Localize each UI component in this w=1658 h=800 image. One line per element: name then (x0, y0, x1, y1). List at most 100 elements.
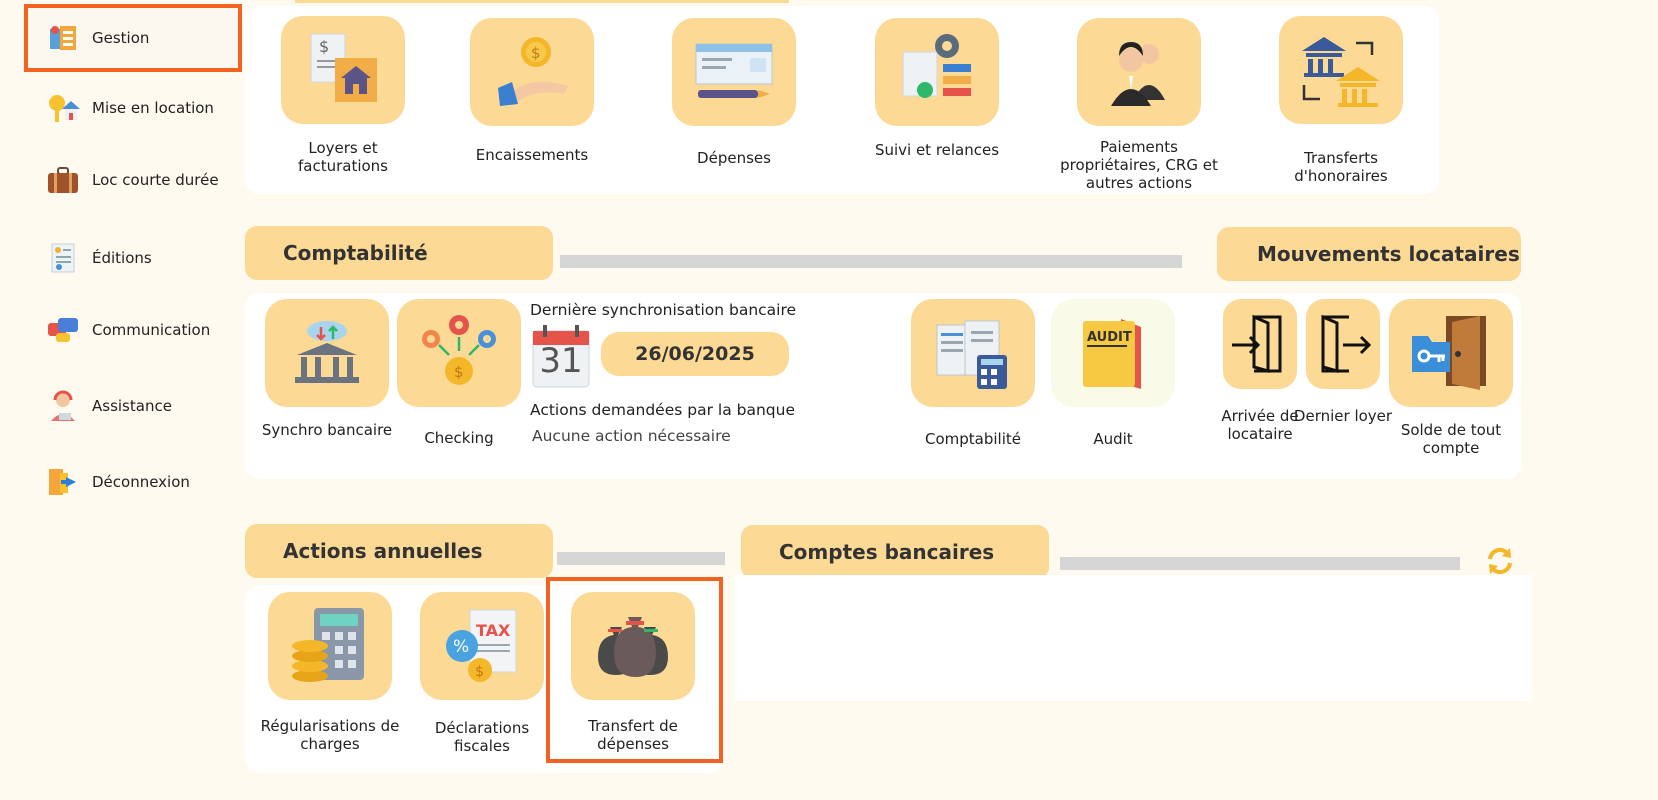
sidebar-item-editions[interactable]: Éditions (24, 228, 244, 288)
svg-text:TAX: TAX (476, 621, 511, 640)
tile-label: Déclarations fiscales (434, 719, 530, 755)
tile-icon-box (875, 18, 999, 126)
svg-text:AUDIT: AUDIT (1087, 330, 1132, 345)
tile-icon-box (1223, 299, 1297, 389)
tile-icon-box (1279, 16, 1403, 124)
key-door-icon (1412, 316, 1486, 390)
tile-label: Solde de tout compte (1400, 421, 1502, 457)
tile-label: Dépenses (697, 149, 771, 167)
section-title-mouvements: Mouvements locataires (1217, 227, 1521, 281)
calculator-coins-icon (292, 608, 364, 682)
tile-icon-box: $ (397, 299, 521, 407)
panel-top-accent (295, 0, 789, 3)
tile-regularisations-charges[interactable]: Régularisations de charges (261, 592, 399, 753)
sidebar: Gestion Mise en location Loc courte duré… (24, 0, 244, 800)
tile-label: Encaissements (475, 146, 589, 164)
tile-label: Transferts d'honoraires (1294, 149, 1388, 185)
tile-label: Régularisations de charges (260, 717, 400, 753)
section-title-actions-annuelles: Actions annuelles (245, 524, 553, 578)
sidebar-item-label: Gestion (92, 29, 150, 47)
section-divider (1060, 557, 1460, 570)
bank-sync-icon (295, 321, 359, 383)
sidebar-item-label: Communication (92, 321, 211, 339)
tile-label: Suivi et relances (874, 141, 1000, 159)
sync-date: 26/06/2025 (601, 332, 789, 376)
comptabilite-panel: Synchro bancaire $ Checking Dernière syn… (245, 293, 1521, 479)
tax-icon: TAX % $ (446, 609, 517, 682)
document-report-icon (51, 243, 75, 273)
tile-icon-box (268, 592, 392, 700)
tile-solde-tout-compte[interactable]: Solde de tout compte (1389, 299, 1513, 459)
tile-icon-box: AUDIT (1051, 299, 1175, 407)
tile-icon-box (1077, 18, 1201, 126)
ledger-calculator-icon (936, 320, 1007, 389)
cheque-icon (695, 43, 773, 98)
chat-bubbles-icon (48, 318, 78, 342)
refresh-icon[interactable] (1484, 545, 1516, 577)
sidebar-item-label: Assistance (92, 397, 172, 415)
tile-arrivee-locataire[interactable]: Arrivée de locataire (1221, 299, 1299, 459)
tile-label: Paiements propriétaires, CRG et autres a… (1060, 138, 1218, 192)
sidebar-item-communication[interactable]: Communication (24, 300, 244, 360)
sidebar-item-deconnexion[interactable]: Déconnexion (24, 452, 244, 512)
door-exit-icon (1321, 314, 1372, 373)
sync-label: Dernière synchronisation bancaire (530, 301, 797, 319)
suitcase-icon (48, 167, 78, 193)
checking-network-icon: $ (422, 315, 496, 385)
tile-icon-box: $ (281, 16, 405, 124)
tile-paiements-proprietaires[interactable]: Paiements propriétaires, CRG et autres a… (1060, 18, 1218, 192)
logout-icon (49, 469, 76, 495)
tile-loyers-facturations[interactable]: $ Loyers et facturations (281, 16, 405, 186)
tile-encaissements[interactable]: $ Encaissements (470, 18, 594, 188)
rent-invoice-icon: $ (310, 33, 377, 102)
section-divider (557, 552, 725, 565)
tile-label: Loyers et facturations (297, 139, 388, 175)
tile-icon-box (265, 299, 389, 407)
tile-depenses[interactable]: Dépenses (672, 18, 796, 188)
section-title-comptabilite: Comptabilité (245, 226, 553, 280)
sidebar-item-label: Déconnexion (92, 473, 190, 491)
sidebar-item-mise-en-location[interactable]: Mise en location (24, 78, 244, 138)
door-enter-icon (1232, 314, 1282, 373)
tile-comptabilite[interactable]: Comptabilité (911, 299, 1035, 459)
tile-label: Comptabilité (925, 430, 1021, 448)
gestion-panel: $ Loyers et facturations $ Encaissements (245, 0, 1439, 194)
svg-text:$: $ (531, 44, 541, 62)
svg-text:%: % (453, 637, 469, 657)
sidebar-item-gestion[interactable]: Gestion (24, 4, 242, 72)
section-divider (560, 255, 1182, 268)
follow-up-gear-icon (902, 34, 971, 98)
bank-transfer-icon (1302, 37, 1380, 107)
tile-checking[interactable]: $ Checking (397, 299, 521, 459)
tile-suivi-relances[interactable]: Suivi et relances (875, 18, 999, 188)
sidebar-item-loc-courte-duree[interactable]: Loc courte durée (24, 150, 244, 210)
support-agent-icon (51, 390, 75, 421)
tile-label: Audit (1093, 430, 1133, 448)
tile-dernier-loyer[interactable]: Dernier loyer (1294, 299, 1392, 459)
section-title-comptes-bancaires: Comptes bancaires (741, 525, 1049, 579)
tile-icon-box (672, 18, 796, 126)
comptes-bancaires-panel (735, 575, 1532, 701)
management-icon (50, 26, 76, 50)
tile-audit[interactable]: AUDIT Audit (1051, 299, 1175, 459)
sidebar-item-label: Mise en location (92, 99, 214, 117)
sidebar-item-assistance[interactable]: Assistance (24, 376, 244, 436)
sidebar-item-label: Loc courte durée (92, 171, 219, 189)
tile-icon-box (911, 299, 1035, 407)
svg-text:$: $ (454, 363, 464, 381)
tile-declarations-fiscales[interactable]: TAX % $ Déclarations fiscales (420, 592, 544, 755)
owners-icon (1111, 42, 1165, 106)
tile-transferts-honoraires[interactable]: Transferts d'honoraires (1279, 16, 1403, 186)
tile-icon-box (1306, 299, 1380, 389)
selection-highlight (546, 577, 723, 763)
tile-label: Synchro bancaire (261, 421, 393, 439)
tile-icon-box (1389, 299, 1513, 407)
tile-label: Checking (424, 429, 494, 447)
tile-synchro-bancaire[interactable]: Synchro bancaire (262, 299, 392, 459)
svg-text:$: $ (475, 664, 484, 680)
tile-icon-box: $ (470, 18, 594, 126)
calendar-day: 31 (539, 341, 583, 381)
audit-folder-icon: AUDIT (1083, 319, 1141, 389)
actions-value: Aucune action nécessaire (532, 427, 731, 445)
house-key-icon (49, 95, 80, 122)
